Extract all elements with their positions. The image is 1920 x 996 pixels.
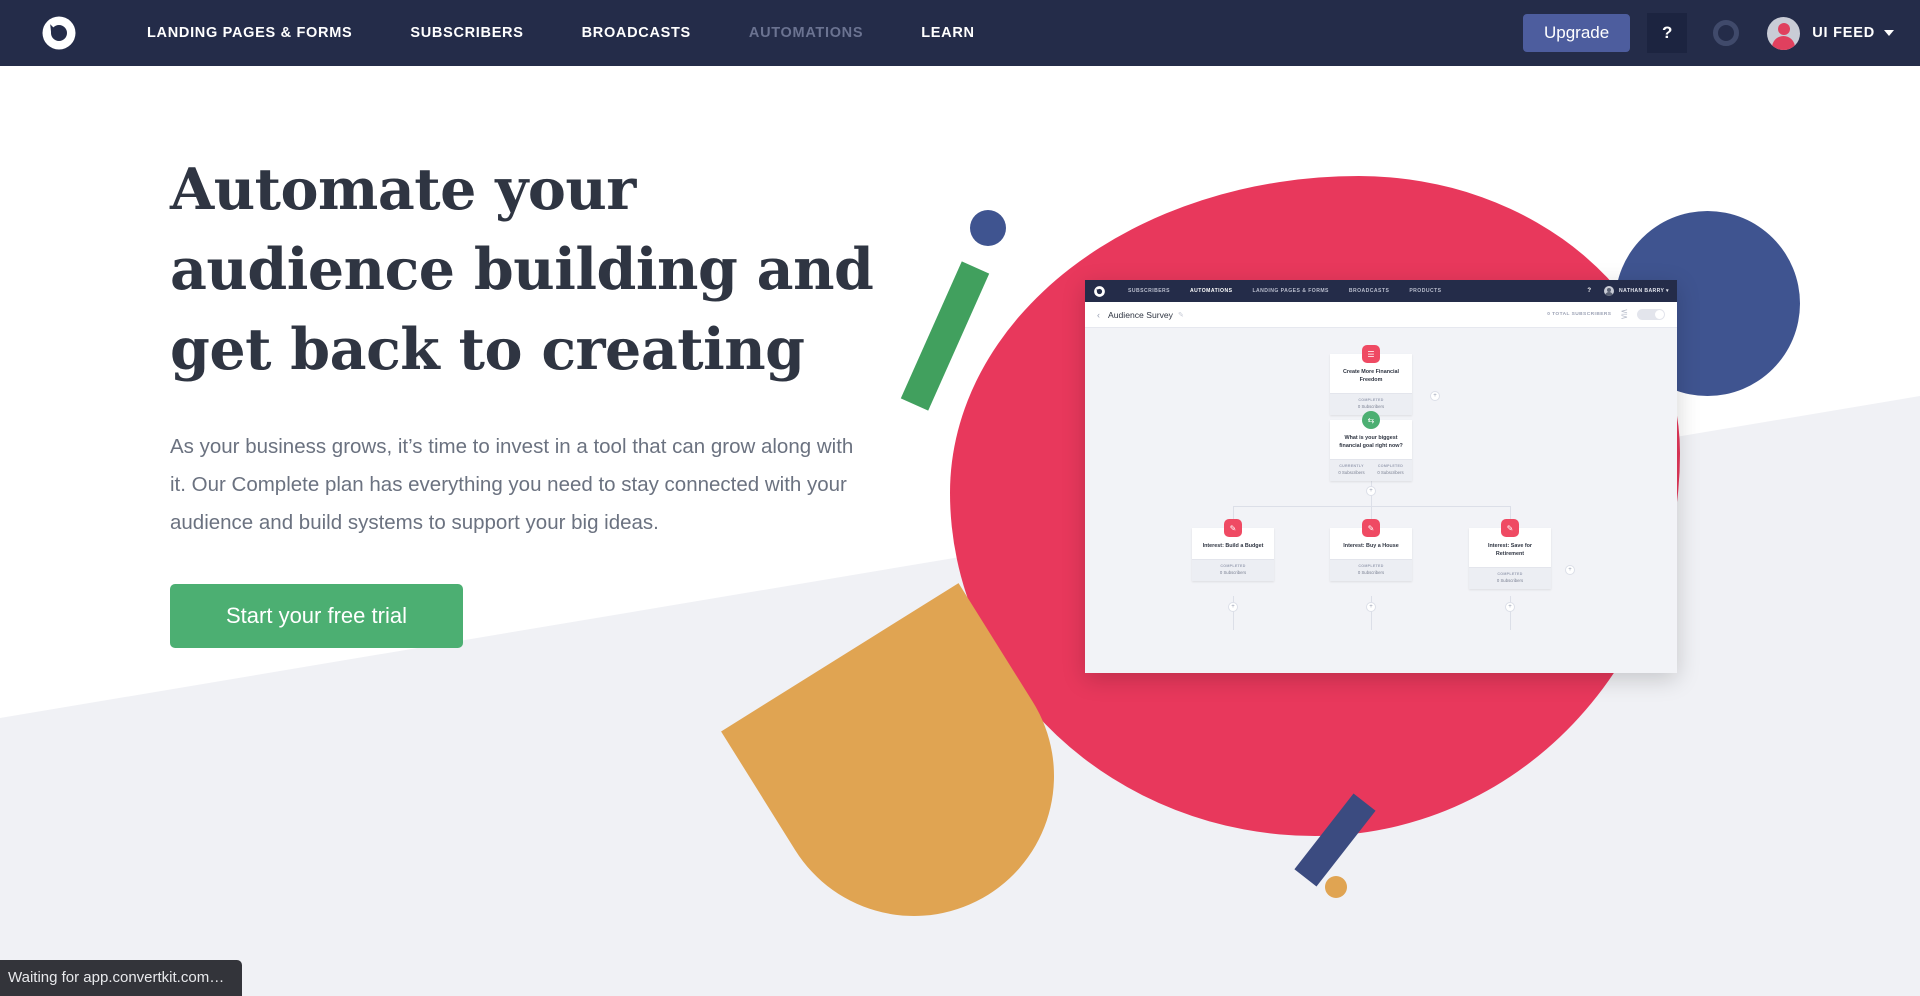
nav-item-broadcasts[interactable]: BROADCASTS	[553, 0, 720, 66]
add-step-button[interactable]: +	[1565, 565, 1575, 575]
app-convertkit-logo-icon	[1094, 285, 1105, 297]
convertkit-logo[interactable]	[0, 13, 118, 53]
hero-illustration: SUBSCRIBERS AUTOMATIONS LANDING PAGES & …	[721, 66, 1920, 996]
automation-node[interactable]: ✎ Interest: Buy a House COMPLETED 0 Subs…	[1330, 519, 1412, 582]
app-top-navigation: SUBSCRIBERS AUTOMATIONS LANDING PAGES & …	[1085, 280, 1677, 302]
node-stats: CURRENTLY 0 Subscribers COMPLETED 0 Subs…	[1330, 459, 1412, 482]
browser-status-bar: Waiting for app.convertkit.com…	[0, 960, 243, 996]
nav-item-automations[interactable]: AUTOMATIONS	[720, 0, 892, 66]
account-name: UI FEED	[1812, 25, 1875, 41]
stat-value: 0 Subscribers	[1357, 570, 1385, 576]
headline-line-3: get back to creating	[170, 316, 805, 383]
top-navigation-bar: LANDING PAGES & FORMS SUBSCRIBERS BROADC…	[0, 0, 1920, 66]
stat-label: COMPLETED	[1497, 572, 1523, 577]
stat-label: COMPLETED	[1358, 564, 1384, 569]
nav-item-landing-pages[interactable]: LANDING PAGES & FORMS	[118, 0, 381, 66]
stat-value: 0 Subscribers	[1219, 570, 1247, 576]
app-account-name[interactable]: NATHAN BARRY ▾	[1619, 288, 1669, 294]
breadcrumb[interactable]: Audience Survey	[1108, 310, 1173, 320]
stat: COMPLETED 0 Subscribers	[1332, 398, 1410, 409]
stat-label: COMPLETED	[1377, 464, 1404, 469]
stat-value: 0 Subscribers	[1377, 470, 1404, 476]
upgrade-button[interactable]: Upgrade	[1522, 13, 1631, 53]
stat: COMPLETED 0 Subscribers	[1371, 464, 1410, 475]
avatar	[1767, 16, 1801, 50]
page-title: Automate your audience building and get …	[170, 150, 890, 390]
app-nav-item-products[interactable]: PRODUCTS	[1399, 288, 1451, 294]
app-avatar	[1604, 286, 1615, 296]
app-subheader: ‹ Audience Survey ✎ 0 TOTAL SUBSCRIBERS …	[1085, 302, 1677, 328]
stat: CURRENTLY 0 Subscribers	[1332, 464, 1371, 475]
start-free-trial-button[interactable]: Start your free trial	[170, 584, 463, 648]
stat-label: COMPLETED	[1358, 398, 1384, 403]
add-step-button[interactable]: +	[1366, 602, 1376, 612]
stat-label: COMPLETED	[1220, 564, 1246, 569]
node-stats: COMPLETED 0 Subscribers	[1469, 567, 1551, 590]
tag-icon: ✎	[1501, 519, 1519, 537]
add-step-button[interactable]: +	[1505, 602, 1515, 612]
automation-canvas[interactable]: ☰ Create More Financial Freedom COMPLETE…	[1085, 328, 1677, 673]
stat-value: 0 Subscribers	[1357, 404, 1385, 410]
app-nav-item-automations[interactable]: AUTOMATIONS	[1180, 288, 1242, 294]
branch-icon: ⇆	[1362, 411, 1380, 429]
stat-label: CURRENTLY	[1339, 464, 1364, 469]
tag-icon: ✎	[1224, 519, 1242, 537]
app-nav-item-subscribers[interactable]: SUBSCRIBERS	[1118, 288, 1180, 294]
app-nav-right-cluster: ? NATHAN BARRY ▾	[1587, 286, 1677, 296]
stat-value: 0 Subscribers	[1338, 470, 1365, 476]
automation-node[interactable]: ✎ Interest: Save for Retirement COMPLETE…	[1469, 519, 1551, 590]
add-step-button[interactable]: +	[1366, 486, 1376, 496]
stat-value: 0 Subscribers	[1496, 578, 1524, 584]
share-icon[interactable]: ⋚	[1620, 309, 1628, 320]
stat: COMPLETED 0 Subscribers	[1194, 564, 1272, 575]
help-button[interactable]: ?	[1647, 13, 1688, 53]
hero-subcopy: As your business grows, it’s time to inv…	[170, 435, 854, 534]
add-step-button[interactable]: +	[1430, 391, 1440, 401]
account-menu[interactable]: UI FEED	[1767, 16, 1894, 50]
app-nav-item-broadcasts[interactable]: BROADCASTS	[1339, 288, 1399, 294]
convertkit-logo-icon	[42, 16, 76, 50]
pencil-icon[interactable]: ✎	[1178, 311, 1184, 319]
stat: COMPLETED 0 Subscribers	[1471, 572, 1549, 583]
product-screenshot: SUBSCRIBERS AUTOMATIONS LANDING PAGES & …	[1085, 280, 1677, 673]
nav-right-cluster: Upgrade ? UI FEED	[1522, 13, 1920, 53]
app-nav-item-landing-pages[interactable]: LANDING PAGES & FORMS	[1242, 288, 1338, 294]
automation-node[interactable]: ☰ Create More Financial Freedom COMPLETE…	[1330, 345, 1412, 416]
automation-node[interactable]: ✎ Interest: Build a Budget COMPLETED 0 S…	[1192, 519, 1274, 582]
chevron-left-icon[interactable]: ‹	[1097, 310, 1100, 320]
node-stats: COMPLETED 0 Subscribers	[1330, 559, 1412, 582]
page-body: Automate your audience building and get …	[0, 66, 1920, 996]
automation-node[interactable]: ⇆ What is your biggest financial goal ri…	[1330, 411, 1412, 482]
tag-icon: ☰	[1362, 345, 1380, 363]
orange-dot-shape	[1325, 876, 1347, 898]
add-step-button[interactable]: +	[1228, 602, 1238, 612]
loading-ring-icon	[1713, 20, 1740, 46]
app-subheader-right: 0 TOTAL SUBSCRIBERS ⋚	[1547, 309, 1665, 320]
stat: COMPLETED 0 Subscribers	[1332, 564, 1410, 575]
node-stats: COMPLETED 0 Subscribers	[1192, 559, 1274, 582]
total-subscribers-label: 0 TOTAL SUBSCRIBERS	[1547, 312, 1612, 317]
primary-nav-links: LANDING PAGES & FORMS SUBSCRIBERS BROADC…	[118, 0, 1004, 66]
chevron-down-icon	[1884, 30, 1894, 36]
blue-circle-small-shape	[970, 210, 1006, 246]
tag-icon: ✎	[1362, 519, 1380, 537]
nav-item-learn[interactable]: LEARN	[892, 0, 1003, 66]
app-help-button[interactable]: ?	[1587, 288, 1591, 294]
headline-line-2: audience building and	[170, 236, 874, 303]
hero-content: Automate your audience building and get …	[170, 150, 890, 648]
automation-toggle[interactable]	[1637, 309, 1665, 320]
nav-item-subscribers[interactable]: SUBSCRIBERS	[381, 0, 552, 66]
headline-line-1: Automate your	[170, 156, 636, 223]
